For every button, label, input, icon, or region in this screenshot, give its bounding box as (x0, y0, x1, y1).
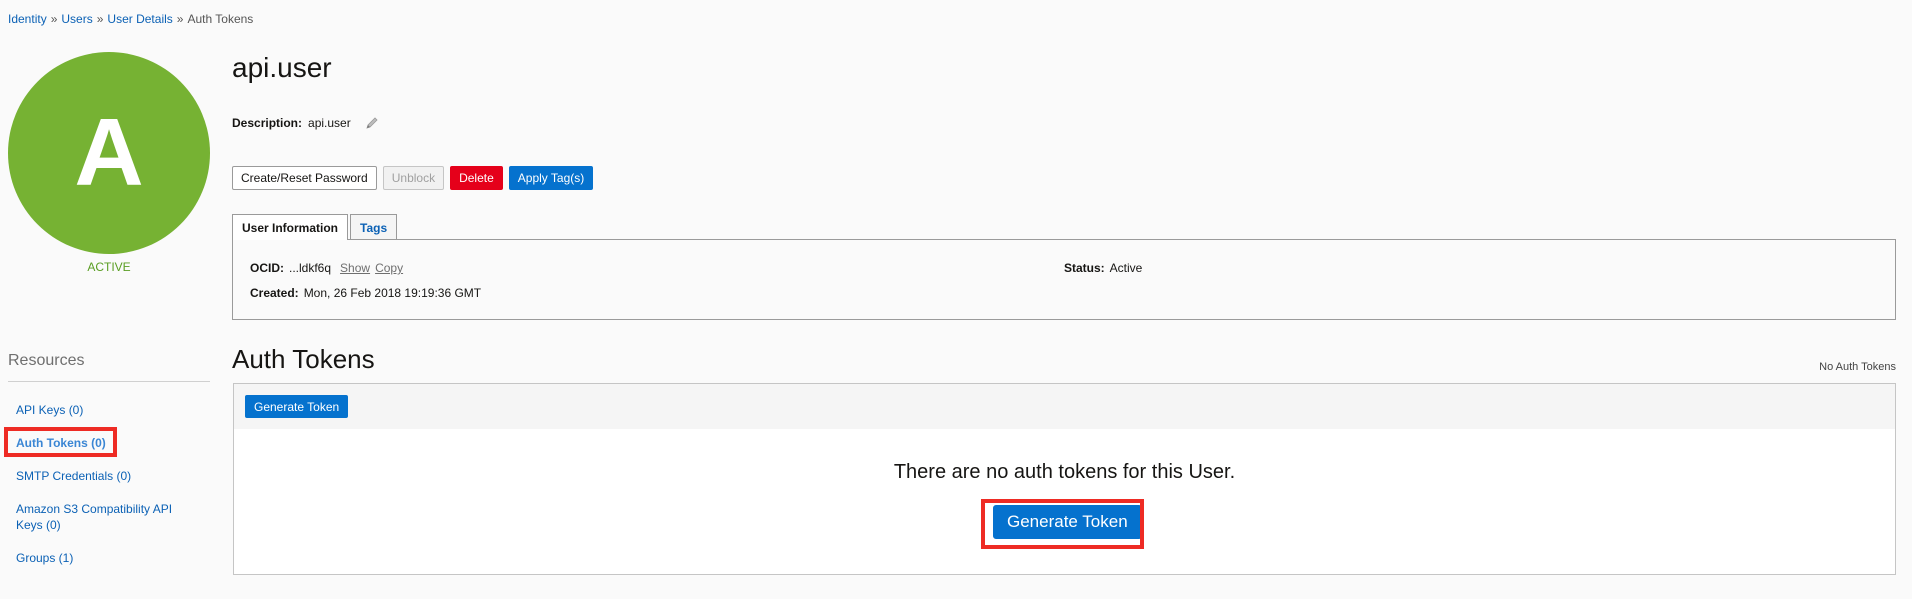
generate-token-toolbar-button[interactable]: Generate Token (245, 395, 349, 418)
breadcrumb: Identity» Users» User Details» Auth Tokens (8, 12, 253, 26)
breadcrumb-separator: » (96, 12, 104, 26)
tab-tags[interactable]: Tags (350, 214, 398, 240)
ocid-value: ...ldkf6q (289, 261, 332, 275)
apply-tags-button[interactable]: Apply Tag(s) (508, 166, 594, 190)
page-title: api.user (232, 52, 332, 83)
create-reset-password-button[interactable]: Create/Reset Password (232, 166, 377, 190)
resource-smtp-credentials[interactable]: SMTP Credentials (0) (8, 468, 139, 484)
action-buttons: Create/Reset Password Unblock Delete App… (232, 166, 594, 190)
breadcrumb-separator: » (50, 12, 58, 26)
description-value: api.user (308, 116, 351, 130)
auth-tokens-title: Auth Tokens (232, 344, 375, 374)
user-state: ACTIVE (87, 260, 131, 274)
delete-button[interactable]: Delete (450, 166, 503, 190)
description-label: Description: (232, 116, 303, 130)
created-value: Mon, 26 Feb 2018 19:19:36 GMT (303, 286, 482, 300)
created-label: Created: (250, 286, 299, 300)
breadcrumb-users[interactable]: Users (61, 12, 92, 26)
unblock-button[interactable]: Unblock (382, 166, 445, 190)
empty-state-message: There are no auth tokens for this User. (893, 461, 1236, 483)
resource-api-keys[interactable]: API Keys (0) (8, 402, 91, 418)
user-information-panel: OCID: ...ldkf6q Show Copy Created: Mon, … (232, 239, 1896, 320)
ocid-label: OCID: (250, 261, 284, 275)
status-value: Active (1109, 261, 1143, 275)
highlight-auth-tokens (4, 427, 117, 457)
breadcrumb-user-details[interactable]: User Details (107, 12, 172, 26)
avatar-letter: A (74, 99, 144, 206)
status-row: Status: Active (1064, 261, 1142, 275)
breadcrumb-identity[interactable]: Identity (8, 12, 47, 26)
detail-tabs: User Information Tags (232, 214, 398, 240)
resource-groups[interactable]: Groups (1) (8, 550, 81, 566)
highlight-generate-token (981, 499, 1144, 549)
avatar: A (8, 52, 210, 254)
resources-divider (8, 381, 210, 382)
auth-tokens-toolbar: Generate Token (233, 383, 1896, 430)
ocid-row: OCID: ...ldkf6q Show Copy (250, 261, 403, 275)
breadcrumb-separator: » (176, 12, 184, 26)
auth-tokens-count-note: No Auth Tokens (1819, 361, 1896, 373)
resources-title: Resources (8, 352, 85, 369)
edit-pencil-icon[interactable] (365, 116, 379, 130)
description-row: Description: api.user (232, 116, 379, 130)
ocid-show-link[interactable]: Show (340, 261, 370, 275)
status-label: Status: (1064, 261, 1105, 275)
ocid-copy-link[interactable]: Copy (375, 261, 403, 275)
created-row: Created: Mon, 26 Feb 2018 19:19:36 GMT (250, 286, 481, 300)
tab-user-information[interactable]: User Information (232, 214, 349, 240)
resource-s3-compat-keys[interactable]: Amazon S3 Compatibility API Keys (0) (8, 501, 210, 533)
breadcrumb-current: Auth Tokens (187, 12, 254, 26)
